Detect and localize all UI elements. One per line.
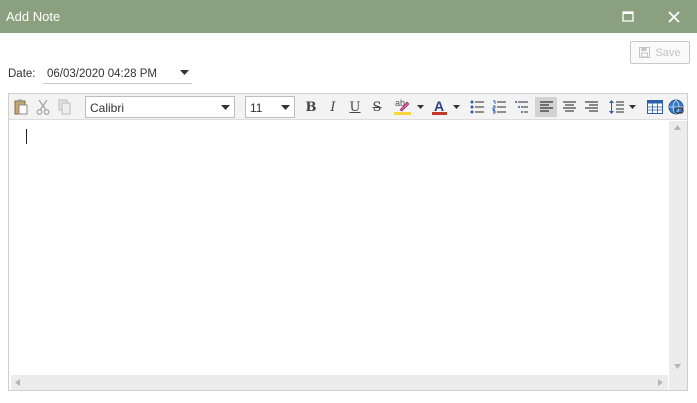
chevron-down-icon: [628, 104, 636, 109]
underline-button[interactable]: U: [345, 97, 365, 117]
chevron-down-icon: [281, 105, 290, 110]
rich-text-editor: Calibri 11 B I U S ab A: [8, 93, 688, 391]
close-icon: [668, 10, 680, 23]
italic-icon: I: [330, 99, 336, 115]
underline-icon: U: [349, 99, 361, 115]
align-center-button[interactable]: [559, 97, 579, 117]
chevron-down-icon: [417, 104, 424, 109]
chevron-down-icon: [221, 105, 230, 110]
horizontal-scrollbar[interactable]: [11, 375, 668, 390]
line-spacing-icon: [608, 100, 624, 114]
align-left-icon: [539, 101, 553, 112]
copy-icon: [58, 99, 71, 115]
vertical-scrollbar[interactable]: [669, 121, 687, 375]
copy-button[interactable]: [56, 97, 74, 117]
insert-table-button[interactable]: [645, 97, 665, 117]
scroll-left-icon[interactable]: [15, 379, 20, 386]
date-value: 06/03/2020 04:28 PM: [47, 68, 157, 80]
align-right-button[interactable]: [581, 97, 601, 117]
scroll-down-icon[interactable]: [674, 364, 681, 369]
note-editor-area[interactable]: [11, 121, 668, 375]
numbered-list-button[interactable]: [489, 97, 509, 117]
strikethrough-button[interactable]: S: [367, 97, 387, 117]
font-size-value: 11: [250, 101, 263, 115]
close-button[interactable]: [652, 0, 696, 33]
align-center-icon: [562, 101, 576, 112]
date-label: Date:: [8, 68, 36, 80]
italic-button[interactable]: I: [323, 97, 343, 117]
maximize-icon: [622, 11, 634, 22]
title-bar: Add Note: [0, 0, 697, 33]
scroll-up-icon[interactable]: [674, 125, 681, 130]
align-right-icon: [584, 101, 598, 112]
font-color-button[interactable]: A: [429, 97, 463, 117]
paste-icon: [14, 99, 28, 115]
scissors-icon: [36, 99, 50, 115]
highlight-color-button[interactable]: ab: [391, 97, 427, 117]
multilevel-list-icon: [514, 101, 528, 113]
font-color-icon: A: [432, 98, 447, 116]
cut-button[interactable]: [34, 97, 52, 117]
line-spacing-button[interactable]: [605, 97, 639, 117]
scroll-right-icon[interactable]: [658, 379, 663, 386]
formatting-toolbar: Calibri 11 B I U S ab A: [9, 94, 687, 120]
chevron-down-icon: [453, 104, 460, 109]
table-icon: [647, 100, 663, 114]
save-disk-icon: [639, 47, 651, 58]
bullet-list-button[interactable]: [467, 97, 487, 117]
save-label: Save: [655, 46, 681, 59]
paste-button[interactable]: [12, 97, 30, 117]
insert-link-button[interactable]: [667, 97, 685, 117]
font-family-value: Calibri: [90, 101, 125, 115]
numbered-list-icon: [492, 100, 506, 114]
font-family-select[interactable]: Calibri: [85, 96, 235, 118]
bold-button[interactable]: B: [301, 97, 321, 117]
align-left-button[interactable]: [535, 97, 557, 117]
window-title: Add Note: [6, 9, 61, 24]
save-button[interactable]: Save: [630, 41, 690, 64]
globe-link-icon: [668, 99, 684, 115]
font-size-select[interactable]: 11: [245, 96, 295, 118]
date-picker[interactable]: 06/03/2020 04:28 PM: [43, 65, 192, 84]
bullet-list-icon: [470, 100, 484, 114]
chevron-down-icon[interactable]: [180, 70, 189, 76]
maximize-button[interactable]: [606, 0, 650, 33]
highlight-icon: ab: [394, 98, 411, 116]
text-caret: [26, 129, 27, 144]
strikethrough-icon: S: [372, 99, 382, 115]
multilevel-list-button[interactable]: [511, 97, 531, 117]
bold-icon: B: [305, 99, 317, 115]
scrollbar-corner: [669, 375, 687, 390]
